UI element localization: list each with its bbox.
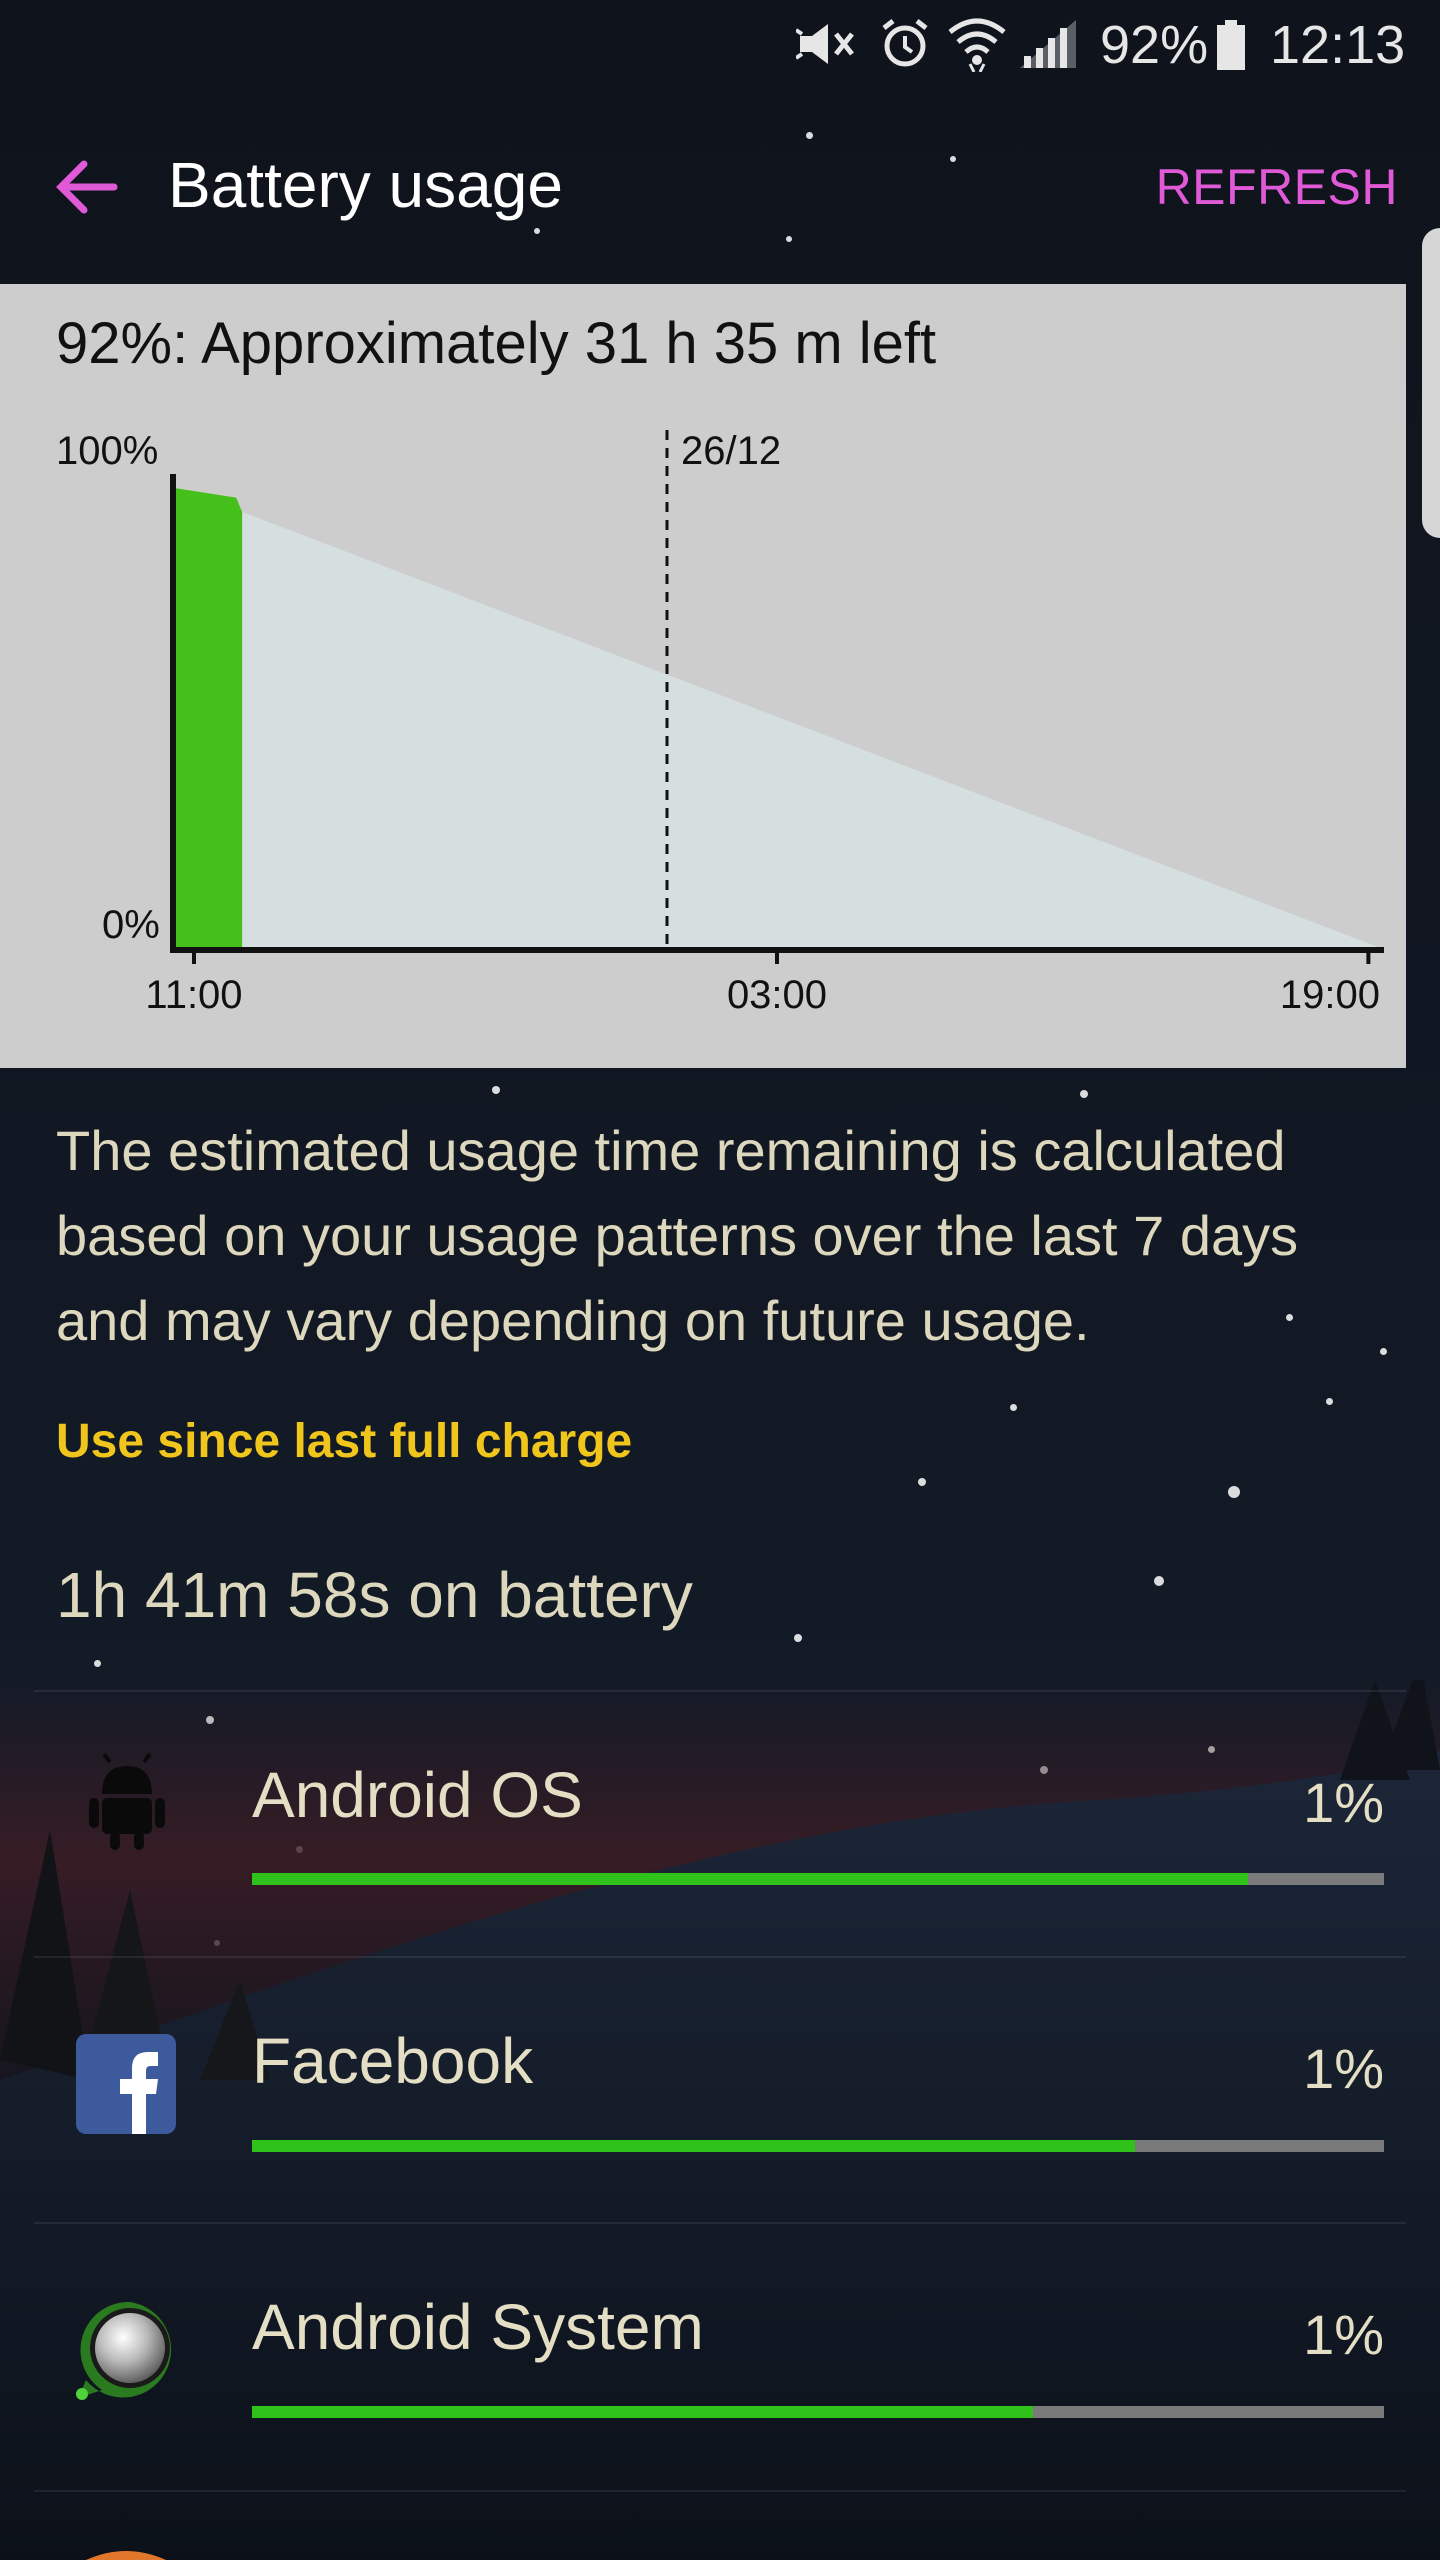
star: [1154, 1576, 1164, 1586]
usage-bar: [252, 2140, 1384, 2152]
usage-bar-fill: [252, 2140, 1135, 2152]
star: [806, 132, 813, 139]
back-arrow-icon[interactable]: [52, 152, 122, 222]
star: [1080, 1090, 1088, 1098]
app-name: Facebook: [252, 2025, 534, 2097]
star: [918, 1478, 926, 1486]
edge-panel-handle[interactable]: [1422, 228, 1440, 538]
divider: [34, 1690, 1406, 1692]
refresh-button[interactable]: REFRESH: [1156, 158, 1398, 216]
star: [1326, 1398, 1333, 1405]
x-tick-label: 19:00: [1280, 973, 1380, 1017]
star: [1010, 1404, 1017, 1411]
y-tick-label-max: 100%: [56, 429, 158, 473]
app-percent: 1%: [1303, 1771, 1384, 1834]
usage-bar-fill: [252, 2406, 1034, 2418]
star: [1228, 1486, 1240, 1498]
divider: [34, 2222, 1406, 2224]
app-icon-partial: [86, 2551, 166, 2560]
battery-chart: 100% 0% 26/12 11:00 03:00 19:00: [56, 429, 1384, 1017]
time-on-battery: 1h 41m 58s on battery: [56, 1559, 693, 1631]
app-name: Android System: [252, 2291, 704, 2363]
divider: [34, 2490, 1406, 2492]
clock: 12:13: [1270, 15, 1406, 75]
page-title: Battery usage: [168, 149, 563, 221]
estimate-description: The estimated usage time remaining is ca…: [56, 1119, 1299, 1352]
star: [94, 1660, 101, 1667]
app-percent: 1%: [1303, 2037, 1384, 2100]
star: [534, 228, 540, 234]
star: [492, 1086, 500, 1094]
star: [786, 236, 792, 242]
alarm-icon: [882, 19, 928, 67]
usage-bar: [252, 2406, 1384, 2418]
facebook-icon: [76, 2034, 176, 2134]
mute-icon: [796, 24, 854, 64]
battery-percent: 92%: [1100, 15, 1209, 75]
actual-usage-area: [176, 488, 243, 947]
projected-usage-area: [242, 511, 1379, 947]
wifi-icon: [948, 18, 1006, 72]
hill-silhouette: [0, 1680, 1440, 2560]
section-header: Use since last full charge: [56, 1415, 633, 1468]
usage-bar: [252, 1873, 1384, 1885]
x-tick-label: 11:00: [145, 973, 242, 1017]
date-marker-label: 26/12: [681, 429, 781, 473]
app-percent: 1%: [1303, 2303, 1384, 2366]
signal-icon: [1020, 20, 1076, 68]
status-bar: 92% 12:13: [0, 0, 1440, 90]
y-tick-label-min: 0%: [102, 903, 160, 947]
star: [794, 1634, 802, 1642]
star: [950, 156, 956, 162]
x-tick-label: 03:00: [727, 973, 827, 1017]
android-icon: [89, 1752, 165, 1850]
battery-icon: [1217, 20, 1245, 70]
usage-bar-fill: [252, 1873, 1249, 1885]
divider: [34, 1956, 1406, 1958]
app-name: Android OS: [252, 1759, 583, 1831]
android-system-icon: [76, 2301, 172, 2400]
